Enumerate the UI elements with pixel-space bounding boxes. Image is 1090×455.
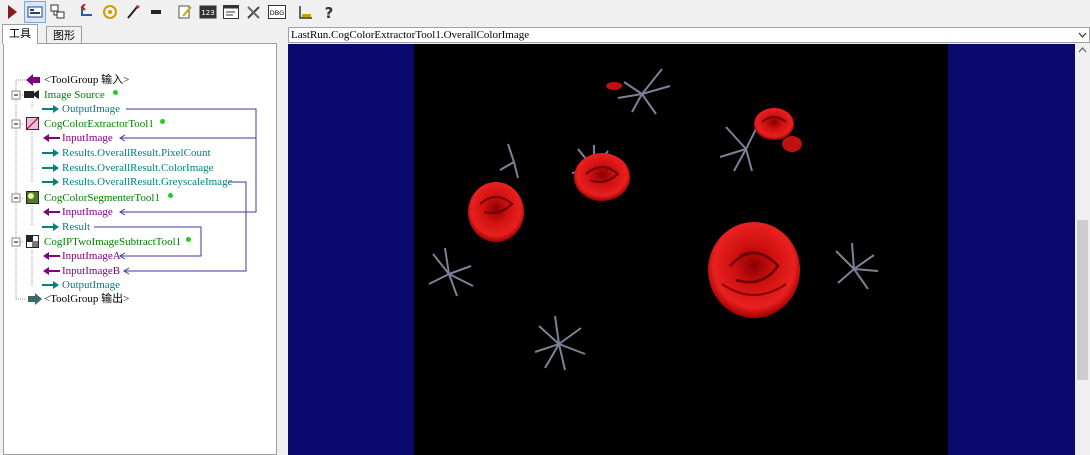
- status-ok-icon: [160, 119, 165, 124]
- key-icon: [151, 10, 161, 14]
- key-button[interactable]: [145, 1, 167, 23]
- tab-graphics[interactable]: 图形: [46, 26, 82, 44]
- tree-node-label: InputImageA: [62, 250, 121, 262]
- dbg-icon: DBG: [268, 5, 286, 19]
- run-button[interactable]: [1, 1, 23, 23]
- counter-button[interactable]: 123: [197, 1, 219, 23]
- tree-node-label: <ToolGroup 输入>: [44, 74, 130, 86]
- tree-node-label: <ToolGroup 输出>: [44, 293, 130, 305]
- tab-tools[interactable]: 工具: [2, 24, 38, 44]
- help-button[interactable]: ?: [318, 1, 340, 23]
- output-arrow-icon: [42, 223, 59, 231]
- run-icon: [8, 5, 17, 19]
- tree-view-button[interactable]: [47, 1, 69, 23]
- tools-icon: [247, 6, 260, 19]
- status-ok-icon: [168, 193, 173, 198]
- color-image: [414, 44, 948, 455]
- undo-button[interactable]: [76, 1, 98, 23]
- tree-node-label: CogColorSegmenterTool1: [44, 192, 160, 204]
- output-arrow-icon: [42, 105, 59, 113]
- vertical-scrollbar[interactable]: [1075, 44, 1090, 455]
- output-arrow-icon: [42, 281, 59, 289]
- tree-node-label: CogColorExtractorTool1: [44, 118, 154, 130]
- color-extractor-icon: [26, 117, 39, 130]
- toolbar: 123 DBG ?: [0, 0, 1090, 24]
- tree-node-label: InputImageB: [62, 265, 121, 277]
- image-selector-value: LastRun.CogColorExtractorTool1.OverallCo…: [291, 29, 530, 41]
- output-arrow-icon: [42, 164, 59, 172]
- group-input-icon: [26, 74, 40, 86]
- svg-text:DBG: DBG: [270, 9, 284, 17]
- ruler-button[interactable]: [295, 1, 317, 23]
- image-selector[interactable]: LastRun.CogColorExtractorTool1.OverallCo…: [288, 27, 1090, 43]
- toggle-view-button[interactable]: [24, 1, 46, 23]
- ruler-icon: [299, 6, 312, 19]
- input-arrow-icon: [43, 208, 60, 216]
- chevron-down-icon: [1078, 32, 1086, 38]
- input-arrow-icon: [43, 134, 60, 142]
- camera-icon: [24, 90, 39, 99]
- help-icon: ?: [325, 4, 334, 20]
- toggle-view-icon: [27, 6, 43, 18]
- input-arrow-icon: [43, 267, 60, 275]
- refresh-icon: [103, 5, 117, 19]
- rose-image: [428, 68, 879, 371]
- status-ok-icon: [113, 90, 118, 95]
- tab-strip: 工具 图形: [0, 24, 282, 44]
- dropdown-button[interactable]: [1076, 29, 1088, 41]
- wand-button[interactable]: [122, 1, 144, 23]
- scroll-thumb[interactable]: [1077, 220, 1088, 380]
- tree-node-label: InputImage: [62, 206, 113, 218]
- output-arrow-icon: [42, 178, 59, 186]
- terminal-button[interactable]: [220, 1, 242, 23]
- tools-button[interactable]: [243, 1, 265, 23]
- svg-text:?: ?: [325, 4, 334, 20]
- status-ok-icon: [186, 237, 191, 242]
- undo-icon: [80, 4, 92, 16]
- refresh-button[interactable]: [99, 1, 121, 23]
- tree-node-label: Image Source: [44, 89, 105, 101]
- input-arrow-icon: [43, 252, 60, 260]
- image-display[interactable]: [288, 44, 1075, 455]
- tree-view-icon: [50, 4, 65, 19]
- color-segmenter-icon: [26, 191, 39, 204]
- terminal-icon: [223, 5, 239, 19]
- tool-panel: 工具 图形 <ToolGroup 输入> Image Source Output…: [0, 24, 282, 455]
- tree-node-label: InputImage: [62, 132, 113, 144]
- tree-node-label: CogIPTwoImageSubtractTool1: [44, 236, 182, 248]
- tree-node-label: Results.OverallResult.ColorImage: [62, 162, 214, 174]
- edit-icon: [178, 5, 192, 19]
- scroll-up-icon[interactable]: [1078, 47, 1087, 53]
- svg-text:123: 123: [201, 9, 214, 17]
- tree-node-label: OutputImage: [62, 103, 121, 115]
- tree-node-label: Results.OverallResult.PixelCount: [62, 147, 211, 159]
- counter-icon: 123: [199, 5, 217, 19]
- tree-node-label: Result: [62, 221, 91, 233]
- edit-button[interactable]: [174, 1, 196, 23]
- tree-node-label: Results.OverallResult.GreyscaleImage: [62, 176, 233, 188]
- wand-icon: [127, 5, 140, 19]
- group-output-icon: [28, 293, 42, 305]
- dbg-button[interactable]: DBG: [266, 1, 288, 23]
- tree-node-label: OutputImage: [62, 279, 121, 291]
- image-subtract-icon: [26, 235, 39, 248]
- output-arrow-icon: [42, 149, 59, 157]
- tool-tree[interactable]: <ToolGroup 输入> Image Source OutputImage …: [3, 43, 277, 455]
